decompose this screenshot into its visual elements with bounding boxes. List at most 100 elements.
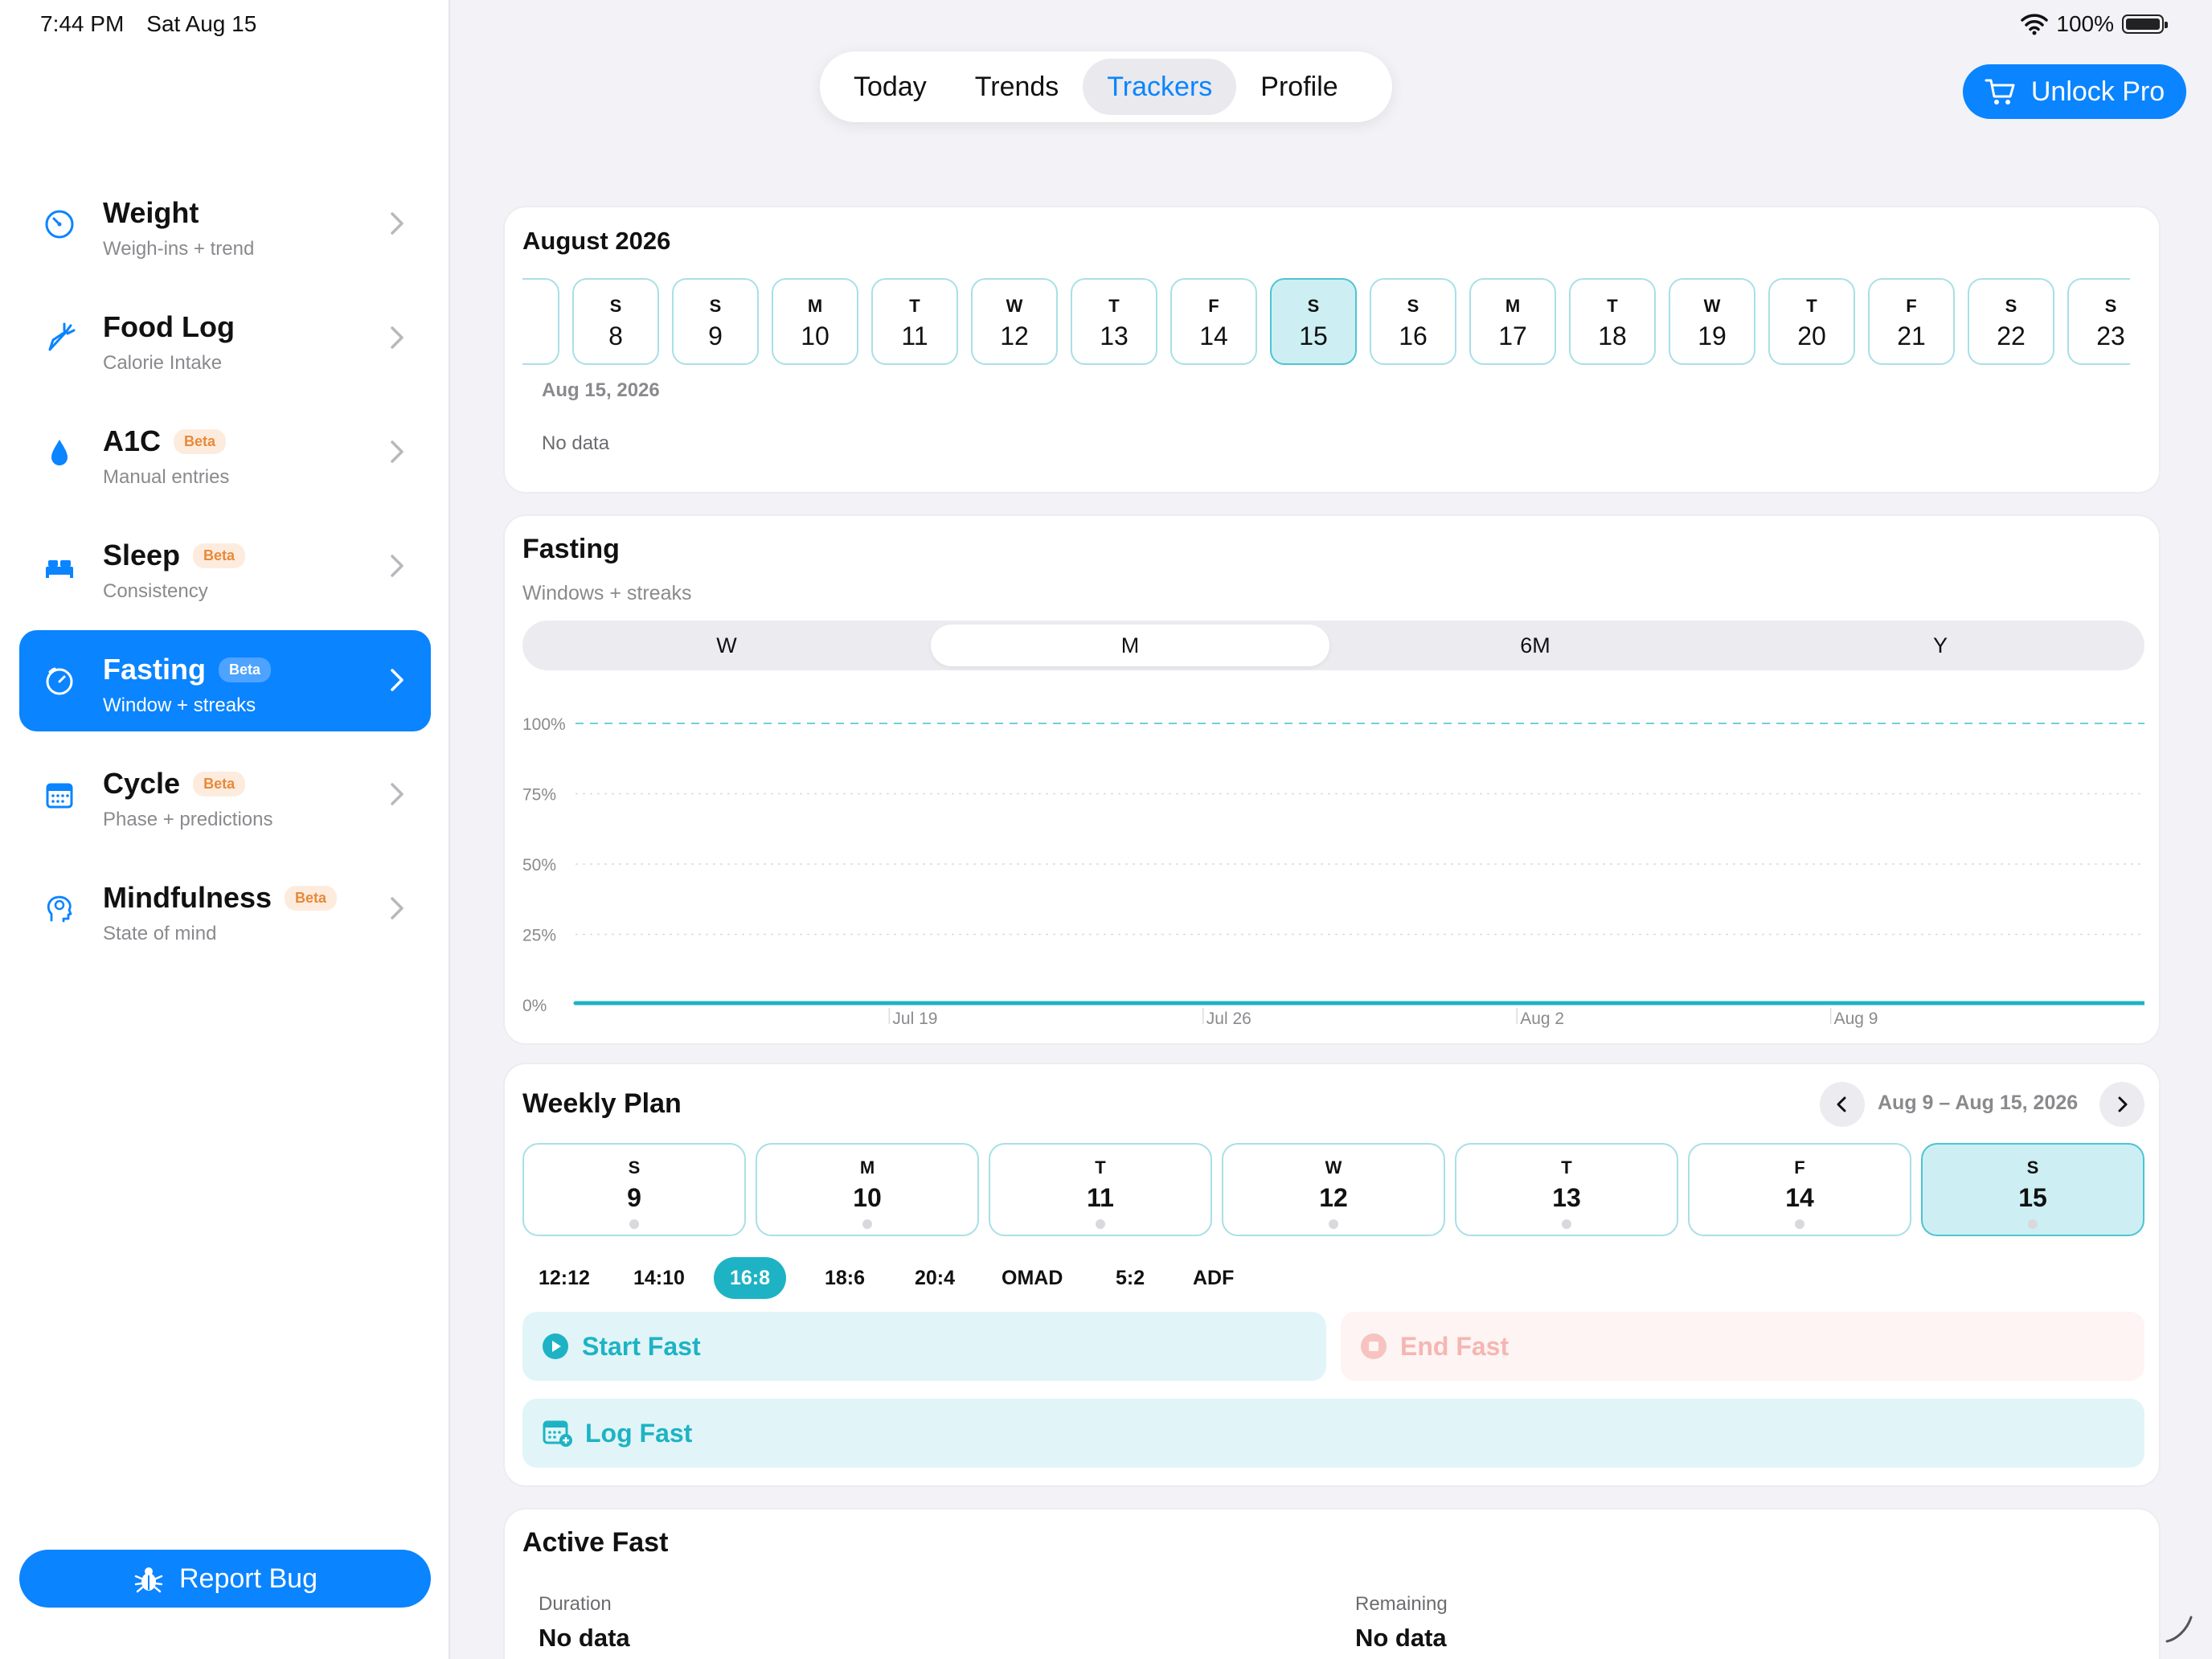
- day-number: 17: [1498, 322, 1527, 350]
- calendar-day[interactable]: T 13: [1071, 278, 1157, 365]
- week-day[interactable]: S 15: [1921, 1143, 2144, 1236]
- week-day[interactable]: S9: [522, 1143, 746, 1236]
- sidebar-item-subtitle: State of mind: [103, 923, 217, 944]
- calendar-day[interactable]: T 20: [1768, 278, 1855, 365]
- day-number: 13: [1552, 1183, 1581, 1212]
- day-letter: S: [1407, 296, 1419, 316]
- day-status-dot: [1096, 1219, 1105, 1229]
- resize-handle-icon[interactable]: [2164, 1612, 2196, 1645]
- tab-today[interactable]: Today: [830, 59, 951, 115]
- calendar-day[interactable]: S 16: [1370, 278, 1456, 365]
- day-number: 21: [1897, 322, 1926, 350]
- protocol-chip[interactable]: 20:4: [899, 1257, 971, 1299]
- sidebar-item-a1c[interactable]: A1C Beta Manual entries: [19, 402, 431, 503]
- day-letter: S: [1307, 296, 1320, 316]
- sidebar-item-title: Weight: [103, 196, 199, 229]
- week-day[interactable]: T 13: [1455, 1143, 1678, 1236]
- sidebar-item-food-log[interactable]: Food Log Calorie Intake: [19, 288, 431, 389]
- sidebar-item-subtitle: Weigh-ins + trend: [103, 238, 255, 260]
- chevron-right-icon: [391, 669, 403, 691]
- day-letter: F: [522, 296, 558, 317]
- beta-badge: Beta: [174, 428, 227, 454]
- calendar-day[interactable]: S 22: [1968, 278, 2054, 365]
- protocol-chip[interactable]: 16:8: [714, 1257, 787, 1299]
- day-letter: S: [709, 296, 722, 316]
- week-day[interactable]: F 14: [1688, 1143, 1911, 1236]
- day-number: 7: [522, 322, 558, 351]
- end-fast-button[interactable]: End Fast: [1341, 1312, 2144, 1381]
- end-fast-label: End Fast: [1400, 1331, 1509, 1361]
- calendar-day[interactable]: W 12: [971, 278, 1058, 365]
- duration-label: Duration: [539, 1593, 612, 1615]
- x-tick-label: Jul 26: [1206, 1010, 1251, 1028]
- calendar-day[interactable]: M 10: [772, 278, 858, 365]
- tab-profile[interactable]: Profile: [1236, 59, 1362, 115]
- day-letter: S: [2104, 296, 2117, 316]
- start-fast-label: Start Fast: [582, 1331, 701, 1361]
- calendar-day[interactable]: F 21: [1868, 278, 1955, 365]
- range-w[interactable]: W: [527, 625, 926, 666]
- status-time: 7:44 PM Sat Aug 15: [40, 11, 279, 37]
- day-number: 11: [1087, 1183, 1114, 1212]
- sidebar-item-sleep[interactable]: Sleep Beta Consistency: [19, 516, 431, 617]
- calendar-day[interactable]: S9: [672, 278, 759, 365]
- day-letter: F: [1208, 296, 1219, 316]
- report-bug-label: Report Bug: [179, 1563, 317, 1594]
- sidebar-item-fasting[interactable]: Fasting Beta Window + streaks: [19, 630, 431, 731]
- sidebar-item-weight[interactable]: Weight Weigh-ins + trend: [19, 174, 431, 275]
- range-m[interactable]: M: [931, 625, 1329, 666]
- calendar-day[interactable]: S 15: [1270, 278, 1357, 365]
- tab-trends[interactable]: Trends: [951, 59, 1083, 115]
- wifi-icon: [2021, 14, 2049, 35]
- day-status-dot: [1795, 1219, 1804, 1229]
- range-6m[interactable]: 6M: [1336, 625, 1735, 666]
- status-indicators: 100%: [2021, 11, 2168, 37]
- chevron-right-icon: [391, 326, 403, 349]
- prev-week-button[interactable]: [1820, 1082, 1865, 1127]
- chevron-right-icon: [2118, 1096, 2128, 1112]
- protocol-chip[interactable]: 14:10: [617, 1257, 701, 1299]
- sidebar-item-title: Food Log: [103, 310, 235, 343]
- calendar-day[interactable]: F7: [522, 278, 559, 365]
- calendar-day[interactable]: T 11: [871, 278, 958, 365]
- active-fast-title: Active Fast: [522, 1527, 669, 1558]
- chevron-right-icon: [391, 555, 403, 577]
- tab-trackers[interactable]: Trackers: [1083, 59, 1237, 115]
- day-number: 18: [1598, 322, 1627, 350]
- range-y[interactable]: Y: [1741, 625, 2140, 666]
- protocol-chip[interactable]: 12:12: [522, 1257, 606, 1299]
- day-number: 12: [1000, 322, 1029, 350]
- selected-date-label: Aug 15, 2026: [542, 379, 660, 401]
- calendar-day[interactable]: W 19: [1669, 278, 1755, 365]
- week-day[interactable]: T 11: [989, 1143, 1212, 1236]
- log-fast-button[interactable]: Log Fast: [522, 1399, 2144, 1468]
- sidebar-item-title: A1C Beta: [103, 424, 227, 458]
- week-day[interactable]: M 10: [756, 1143, 979, 1236]
- sidebar-item-title: Fasting Beta: [103, 653, 272, 686]
- active-fast-card: Active Fast Duration No data Remaining N…: [503, 1508, 2161, 1659]
- calendar-day[interactable]: F 14: [1170, 278, 1257, 365]
- calendar-day[interactable]: M 17: [1469, 278, 1556, 365]
- fasting-title: Fasting: [522, 534, 620, 564]
- week-day[interactable]: W 12: [1222, 1143, 1445, 1236]
- sidebar-item-mindfulness[interactable]: Mindfulness Beta State of mind: [19, 858, 431, 960]
- report-bug-button[interactable]: Report Bug: [19, 1550, 431, 1608]
- calendar-day[interactable]: T 18: [1569, 278, 1656, 365]
- start-fast-button[interactable]: Start Fast: [522, 1312, 1326, 1381]
- day-letter: T: [909, 296, 920, 316]
- unlock-pro-button[interactable]: Unlock Pro: [1963, 64, 2186, 119]
- next-week-button[interactable]: [2099, 1082, 2144, 1127]
- sidebar-item-cycle[interactable]: Cycle Beta Phase + predictions: [19, 744, 431, 846]
- duration-value: No data: [539, 1624, 630, 1652]
- protocol-chip[interactable]: 5:2: [1100, 1257, 1161, 1299]
- day-number: 10: [801, 322, 830, 350]
- calendar-day[interactable]: S8: [572, 278, 659, 365]
- day-letter: S: [609, 296, 622, 316]
- sidebar-item-title: Sleep Beta: [103, 539, 246, 572]
- day-letter: M: [1505, 296, 1521, 316]
- protocol-chip[interactable]: ADF: [1177, 1257, 1250, 1299]
- protocol-chip[interactable]: OMAD: [985, 1257, 1079, 1299]
- calendar-day[interactable]: S 23: [2067, 278, 2130, 365]
- protocol-chip[interactable]: 18:6: [809, 1257, 881, 1299]
- day-strip: F7S8S9M10T11W12T13F14S15S16M17T18W19T20F…: [522, 207, 2130, 384]
